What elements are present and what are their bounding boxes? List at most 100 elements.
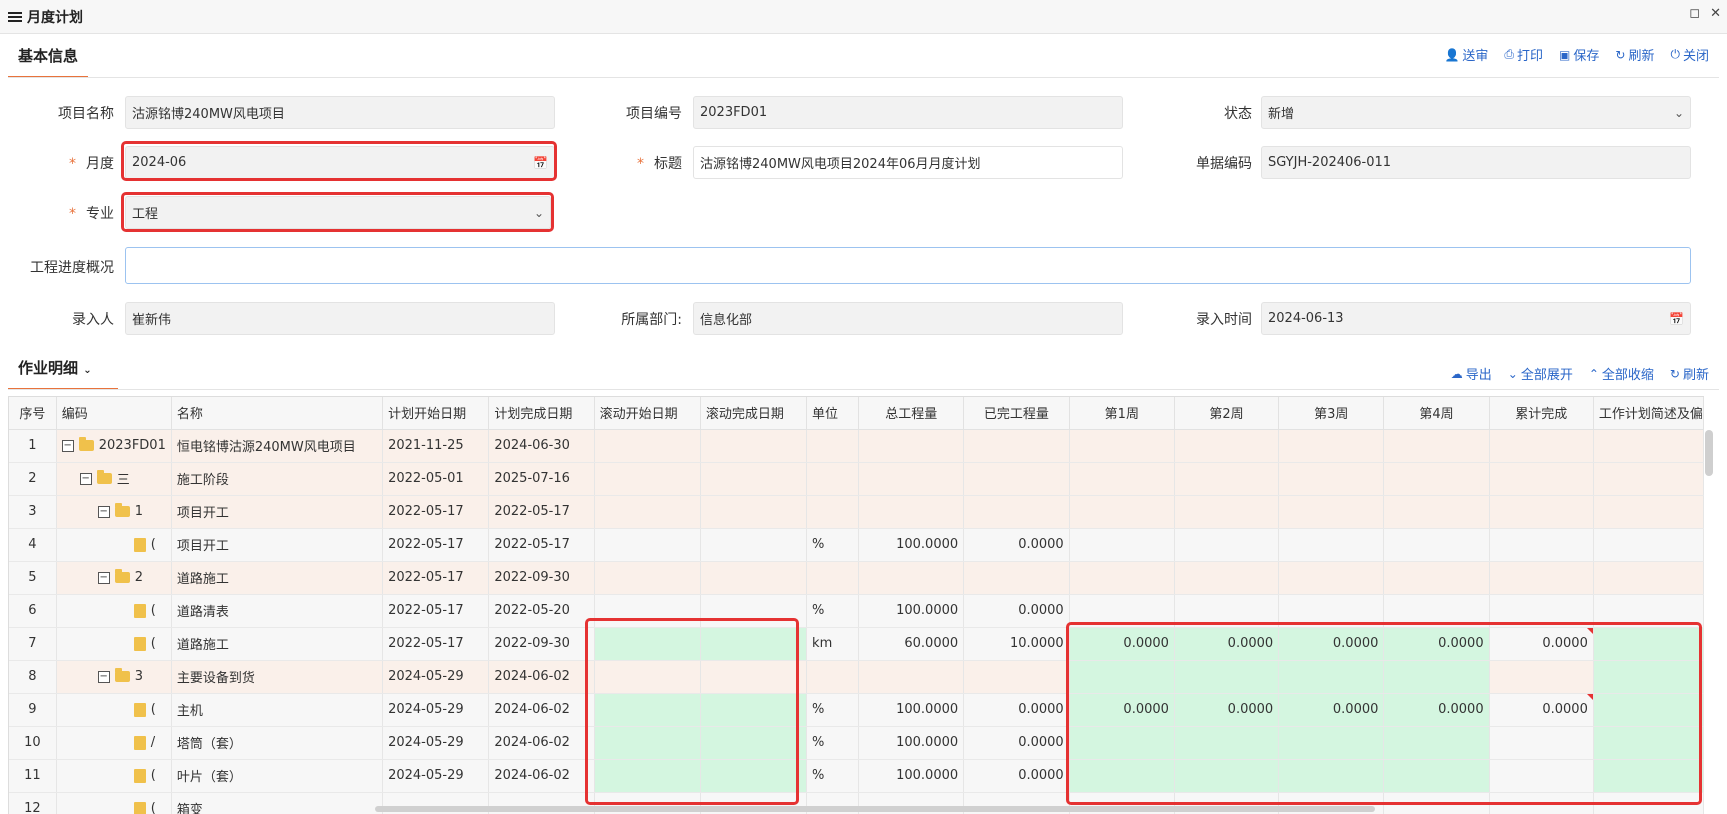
total-qty-cell[interactable]: 100.0000 — [858, 594, 965, 628]
plan-end-cell[interactable]: 2025-07-16 — [488, 462, 595, 496]
tree-code-cell[interactable]: −1 — [56, 495, 172, 529]
unit-cell[interactable] — [806, 495, 860, 529]
plan-desc-cell[interactable] — [1593, 462, 1704, 496]
unit-cell[interactable] — [806, 462, 860, 496]
row-seq-cell[interactable]: 12 — [9, 792, 57, 814]
tree-code-cell[interactable]: ( — [56, 693, 172, 727]
name-cell[interactable]: 叶片（套） — [171, 759, 384, 793]
refresh-button[interactable]: ↻ 刷新 — [1615, 45, 1654, 65]
week-3-cell[interactable] — [1278, 528, 1385, 562]
col-header[interactable]: 累计完成 — [1489, 397, 1594, 430]
col-header[interactable]: 计划完成日期 — [488, 397, 595, 430]
unit-cell[interactable]: % — [806, 726, 860, 760]
week-3-cell[interactable] — [1278, 429, 1385, 463]
name-cell[interactable]: 道路清表 — [171, 594, 384, 628]
status-select[interactable]: 新增 ⌄ — [1261, 96, 1691, 129]
plan-start-cell[interactable]: 2022-05-17 — [382, 528, 490, 562]
total-qty-cell[interactable] — [858, 462, 965, 496]
col-header[interactable]: 计划开始日期 — [382, 397, 490, 430]
row-seq-cell[interactable]: 11 — [9, 759, 57, 793]
progress-field[interactable] — [125, 247, 1691, 284]
calendar-icon[interactable]: 📅 — [1669, 312, 1684, 326]
col-header[interactable]: 序号 — [9, 397, 57, 430]
total-qty-cell[interactable]: 100.0000 — [858, 726, 965, 760]
name-cell[interactable]: 项目开工 — [171, 495, 384, 529]
plan-end-cell[interactable]: 2024-06-02 — [488, 660, 595, 694]
name-cell[interactable]: 项目开工 — [171, 528, 384, 562]
rolling-end-cell[interactable] — [700, 495, 808, 529]
tree-code-cell[interactable]: −3 — [56, 660, 172, 694]
row-seq-cell[interactable]: 1 — [9, 429, 57, 463]
week-4-cell[interactable] — [1383, 495, 1490, 529]
name-cell[interactable]: 恒电铭博沽源240MW风电项目 — [171, 429, 384, 463]
row-seq-cell[interactable]: 5 — [9, 561, 57, 595]
plan-start-cell[interactable]: 2022-05-17 — [382, 594, 490, 628]
week-3-cell[interactable] — [1278, 561, 1385, 595]
rolling-end-cell[interactable] — [700, 561, 808, 595]
week-4-cell[interactable] — [1383, 462, 1490, 496]
row-seq-cell[interactable]: 4 — [9, 528, 57, 562]
table-row[interactable]: 1− 2023FD01 恒电铭博沽源240MW风电项目 2021-11-25 2024-… — [9, 429, 1704, 463]
col-header[interactable]: 已完工程量 — [963, 397, 1070, 430]
name-cell[interactable]: 道路施工 — [171, 627, 384, 661]
plan-start-cell[interactable]: 2022-05-17 — [382, 561, 490, 595]
col-header[interactable]: 总工程量 — [858, 397, 965, 430]
name-cell[interactable]: 主要设备到货 — [171, 660, 384, 694]
tree-code-cell[interactable]: / — [56, 726, 172, 760]
total-qty-cell[interactable]: 60.0000 — [858, 627, 965, 661]
unit-cell[interactable]: % — [806, 594, 860, 628]
rolling-start-cell[interactable] — [594, 495, 701, 529]
plan-start-cell[interactable]: 2022-05-01 — [382, 462, 490, 496]
name-cell[interactable]: 主机 — [171, 693, 384, 727]
week-1-cell[interactable] — [1069, 495, 1175, 529]
total-qty-cell[interactable] — [858, 495, 965, 529]
plan-start-cell[interactable]: 2022-05-17 — [382, 627, 490, 661]
tree-code-cell[interactable]: −2 — [56, 561, 172, 595]
plan-desc-cell[interactable] — [1593, 495, 1704, 529]
collapse-toggle-icon[interactable]: − — [97, 505, 110, 518]
week-1-cell[interactable] — [1069, 429, 1175, 463]
col-header[interactable]: 编码 — [56, 397, 172, 430]
week-2-cell[interactable] — [1174, 462, 1280, 496]
table-row[interactable]: 4(项目开工 2022-05-17 2022-05-17% 100.0000 0.000… — [9, 528, 1704, 562]
plan-start-cell[interactable]: 2024-05-29 — [382, 693, 490, 727]
entry-time-field[interactable]: 2024-06-13 📅 — [1261, 302, 1691, 335]
tree-code-cell[interactable]: ( — [56, 759, 172, 793]
total-qty-cell[interactable] — [858, 429, 965, 463]
tree-code-cell[interactable]: ( — [56, 627, 172, 661]
col-header[interactable]: 单位 — [806, 397, 860, 430]
plan-end-cell[interactable]: 2022-05-20 — [488, 594, 595, 628]
save-button[interactable]: ▣ 保存 — [1559, 45, 1599, 65]
plan-end-cell[interactable]: 2022-09-30 — [488, 561, 595, 595]
week-3-cell[interactable] — [1278, 495, 1385, 529]
col-header[interactable]: 工作计划简述及偏 — [1593, 397, 1704, 430]
plan-start-cell[interactable]: 2022-05-17 — [382, 495, 490, 529]
plan-end-cell[interactable]: 2022-09-30 — [488, 627, 595, 661]
collapse-toggle-icon[interactable]: − — [97, 571, 110, 584]
name-cell[interactable]: 箱变 — [171, 792, 384, 814]
tree-code-cell[interactable]: − 三 — [56, 462, 172, 496]
done-qty-cell[interactable] — [963, 660, 1070, 694]
col-header[interactable]: 第4周 — [1383, 397, 1490, 430]
plan-end-cell[interactable]: 2024-06-02 — [488, 693, 595, 727]
unit-cell[interactable] — [806, 561, 860, 595]
col-header[interactable]: 第1周 — [1069, 397, 1175, 430]
total-qty-cell[interactable]: 100.0000 — [858, 528, 965, 562]
export-button[interactable]: ☁ 导出 — [1451, 364, 1492, 384]
rolling-start-cell[interactable] — [594, 429, 701, 463]
dept-field[interactable]: 信息化部 — [693, 302, 1123, 335]
done-qty-cell[interactable]: 10.0000 — [963, 627, 1070, 661]
row-seq-cell[interactable]: 9 — [9, 693, 57, 727]
row-seq-cell[interactable]: 3 — [9, 495, 57, 529]
maximize-icon[interactable]: ◻ — [1689, 6, 1700, 21]
plan-start-cell[interactable]: 2024-05-29 — [382, 726, 490, 760]
rolling-start-cell[interactable] — [594, 561, 701, 595]
col-header[interactable]: 滚动开始日期 — [594, 397, 701, 430]
cumulative-cell[interactable] — [1489, 429, 1594, 463]
unit-cell[interactable] — [806, 660, 860, 694]
week-2-cell[interactable] — [1174, 561, 1280, 595]
close-button[interactable]: ⏻ 关闭 — [1670, 45, 1709, 64]
total-qty-cell[interactable]: 100.0000 — [858, 759, 965, 793]
name-cell[interactable]: 道路施工 — [171, 561, 384, 595]
tab-basic-info[interactable]: 基本信息 — [8, 45, 89, 78]
